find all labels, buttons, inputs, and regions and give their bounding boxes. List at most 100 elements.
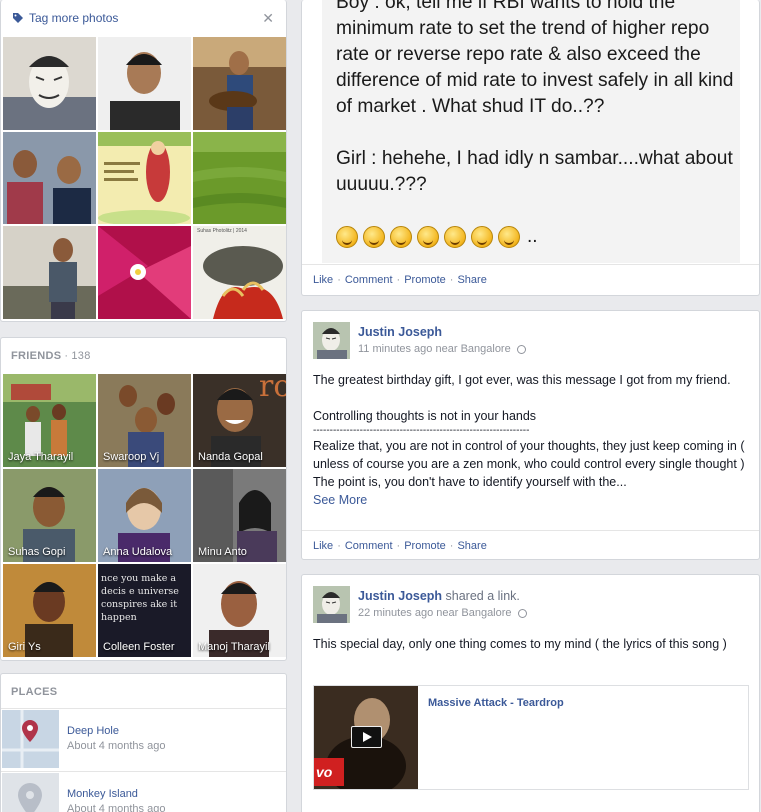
photo-thumbnail[interactable] (3, 37, 96, 130)
friend-tile[interactable]: Minu Anto (193, 469, 286, 562)
photo-image (193, 226, 286, 319)
shared-image[interactable]: Boy : ok, tell me if RBI wants to hold t… (322, 0, 740, 263)
friends-separator: · (64, 350, 69, 362)
photo-thumbnail[interactable] (3, 132, 96, 224)
play-icon[interactable] (351, 726, 382, 748)
photo-image (3, 226, 96, 319)
map-thumbnail[interactable] (2, 710, 59, 768)
place-item[interactable]: Deep Hole About 4 months ago (1, 708, 286, 770)
story-actions: Like · Comment · Promote · Share (302, 530, 759, 560)
photo-image (98, 226, 191, 319)
story-meta: 22 minutes ago near Bangalore (358, 607, 527, 619)
tag-more-photos-bar[interactable]: Tag more photos ✕ (1, 0, 286, 36)
story-paragraph: Realize that, you are not in control of … (313, 439, 745, 489)
smiley-icon (363, 226, 385, 248)
photos-grid: Suhas Photolitz | 2014 (1, 37, 286, 319)
comment-link[interactable]: Comment (345, 540, 393, 552)
friends-heading-label[interactable]: FRIENDS (11, 350, 61, 362)
photo-thumbnail[interactable] (98, 226, 191, 319)
see-more-link[interactable]: See More (313, 491, 749, 509)
place-name[interactable]: Deep Hole (67, 725, 119, 737)
location-link[interactable]: Bangalore (461, 607, 511, 619)
like-link[interactable]: Like (313, 274, 333, 286)
friend-tile[interactable]: Manoj Tharayil (193, 564, 286, 657)
photo-thumbnail[interactable] (98, 132, 191, 224)
video-thumbnail[interactable]: vo (314, 686, 418, 789)
location-pin-icon (2, 773, 59, 812)
tag-more-photos-label[interactable]: Tag more photos (29, 11, 118, 25)
timestamp-link[interactable]: 22 minutes ago (358, 607, 433, 619)
photo-image (193, 37, 286, 130)
story-author: Justin Joseph (358, 325, 442, 339)
svg-text:ro: ro (259, 374, 286, 404)
friend-tile[interactable]: Giri Ys (3, 564, 96, 657)
share-link[interactable]: Share (457, 540, 486, 552)
friend-tile[interactable]: Suhas Gopi (3, 469, 96, 562)
globe-icon[interactable] (516, 344, 526, 354)
photo-thumbnail[interactable] (98, 37, 191, 130)
globe-icon[interactable] (517, 608, 527, 618)
smiley-icon (336, 226, 358, 248)
friend-name[interactable]: Minu Anto (198, 546, 247, 558)
place-name[interactable]: Monkey Island (67, 788, 138, 800)
avatar[interactable] (313, 322, 350, 359)
friend-name[interactable]: Manoj Tharayil (198, 641, 270, 653)
link-title[interactable]: Massive Attack - Teardrop (428, 697, 564, 709)
friend-name[interactable]: Colleen Foster (103, 641, 175, 653)
action-separator: · (337, 539, 341, 552)
promote-link[interactable]: Promote (404, 274, 446, 286)
share-link[interactable]: Share (457, 274, 486, 286)
places-heading-label[interactable]: PLACES (11, 686, 57, 698)
photo-image (98, 37, 191, 130)
smiley-icon (390, 226, 412, 248)
image-text: Boy : ok, tell me if RBI wants to hold t… (336, 0, 740, 224)
avatar[interactable] (313, 586, 350, 623)
place-time: About 4 months ago (67, 740, 166, 752)
photo-thumbnail[interactable]: Suhas Photolitz | 2014 (193, 226, 286, 319)
emoji-row: .. (336, 226, 538, 248)
near-label: near (436, 607, 459, 619)
close-icon[interactable]: ✕ (262, 10, 274, 27)
photo-thumbnail[interactable] (193, 132, 286, 224)
friend-name[interactable]: Nanda Gopal (198, 451, 263, 463)
author-name[interactable]: Justin Joseph (358, 325, 442, 339)
friends-count: 138 (71, 350, 91, 362)
action-separator: · (396, 273, 401, 286)
friend-tile[interactable]: Swaroop Vj (98, 374, 191, 467)
places-heading[interactable]: PLACES (1, 674, 286, 710)
friend-tile[interactable]: nce you make a decis e universe conspire… (98, 564, 191, 657)
place-item[interactable]: Monkey Island About 4 months ago (1, 771, 286, 812)
friend-tile[interactable]: Jaya Tharayil (3, 374, 96, 467)
action-separator: · (396, 539, 401, 552)
timestamp-link[interactable]: 11 minutes ago (358, 343, 432, 355)
photo-thumbnail[interactable] (193, 37, 286, 130)
friend-name[interactable]: Anna Udalova (103, 546, 172, 558)
story-verb: shared a link. (445, 589, 520, 603)
like-link[interactable]: Like (313, 540, 333, 552)
comment-link[interactable]: Comment (345, 274, 393, 286)
friends-card: FRIENDS · 138 Jaya Tharayil Swaroop Vj r… (0, 337, 287, 661)
photo-image (3, 37, 96, 130)
map-thumbnail[interactable] (2, 773, 59, 812)
friends-grid: Jaya Tharayil Swaroop Vj ro Nanda Gopal … (1, 374, 286, 657)
story-card: Boy : ok, tell me if RBI wants to hold t… (301, 0, 760, 296)
shared-link-card[interactable]: vo Massive Attack - Teardrop (313, 685, 749, 790)
friend-name[interactable]: Jaya Tharayil (8, 451, 73, 463)
friend-tile[interactable]: Anna Udalova (98, 469, 191, 562)
friend-name[interactable]: Suhas Gopi (8, 546, 65, 558)
location-link[interactable]: Bangalore (461, 343, 511, 355)
photo-thumbnail[interactable] (3, 226, 96, 319)
author-name[interactable]: Justin Joseph (358, 589, 442, 603)
friends-heading[interactable]: FRIENDS · 138 (1, 338, 286, 374)
story-author: Justin Joseph shared a link. (358, 589, 520, 603)
image-text-line: Girl : hehehe, I had idly n sambar....wh… (336, 148, 733, 195)
friend-name[interactable]: Swaroop Vj (103, 451, 159, 463)
promote-link[interactable]: Promote (404, 540, 446, 552)
friend-tile[interactable]: ro Nanda Gopal (193, 374, 286, 467)
photo-image (3, 132, 96, 224)
story-meta: 11 minutes ago near Bangalore (358, 343, 526, 355)
story-card: Justin Joseph 11 minutes ago near Bangal… (301, 310, 760, 560)
action-separator: · (449, 539, 454, 552)
tag-icon (13, 13, 23, 23)
friend-name[interactable]: Giri Ys (8, 641, 41, 653)
